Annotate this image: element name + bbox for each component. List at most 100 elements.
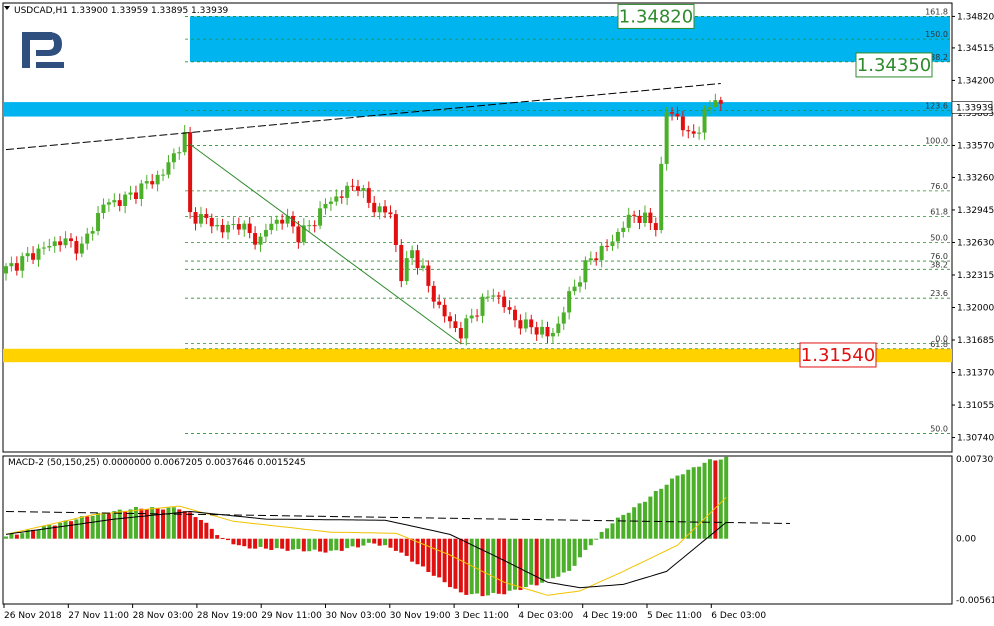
time-tick-label: 27 Nov 11:00 — [68, 611, 129, 621]
candle-body — [556, 323, 561, 333]
macd-histogram-bar — [659, 488, 664, 539]
macd-histogram-bar — [36, 529, 41, 539]
candle-body — [642, 212, 647, 223]
candle-body — [415, 250, 420, 269]
macd-histogram-bar — [529, 538, 534, 585]
candle-body — [707, 107, 712, 110]
candle-body — [426, 265, 431, 286]
price-tick-label: 1.32630 — [957, 238, 994, 248]
candle-body — [550, 332, 555, 337]
candle-body — [144, 181, 149, 184]
price-axis: 1.348201.345151.342001.338851.335701.332… — [951, 12, 994, 444]
chart-canvas[interactable]: 161.8150.0138.2123.6100.076.061.850.076.… — [0, 0, 994, 626]
candle-body — [171, 153, 176, 163]
candle-body — [464, 318, 469, 339]
candle-body — [220, 224, 225, 233]
macd-histogram-bar — [301, 538, 306, 552]
candle-body — [420, 265, 425, 269]
candle-body — [442, 304, 447, 317]
macd-histogram-bar — [577, 538, 582, 558]
candle-body — [458, 327, 463, 339]
resistance-zone-current — [3, 102, 952, 117]
candle-body — [323, 203, 328, 209]
fib-level-label: 61.8 — [930, 208, 948, 217]
macd-histogram-bar — [393, 538, 398, 551]
macd-histogram-bar — [632, 507, 637, 539]
macd-histogram-bar — [339, 538, 344, 551]
macd-histogram-bar — [702, 462, 707, 539]
macd-histogram-bar — [318, 538, 323, 552]
candle-body — [236, 223, 241, 230]
macd-histogram-bar — [599, 531, 604, 539]
macd-histogram-bar — [410, 538, 415, 562]
macd-histogram-bar — [117, 509, 122, 539]
macd-histogram-bar — [642, 501, 647, 539]
macd-histogram-bar — [534, 538, 539, 586]
candle-body — [718, 100, 723, 104]
candle-body — [209, 217, 214, 227]
macd-histogram-bar — [610, 523, 615, 539]
candle-body — [182, 132, 187, 153]
candle-body — [133, 192, 138, 199]
candle-body — [502, 296, 507, 308]
price-tick-label: 1.34200 — [957, 76, 994, 86]
candle-body — [269, 223, 274, 231]
candle-body — [123, 194, 128, 206]
candle-body — [588, 258, 593, 261]
candle-body — [540, 326, 545, 335]
macd-histogram-bar — [686, 469, 691, 539]
macd-histogram-bar — [572, 538, 577, 566]
macd-histogram-bar — [101, 512, 106, 539]
candle-body — [9, 263, 14, 267]
time-axis: 26 Nov 2018 27 Nov 11:00 28 Nov 03:00 28 No… — [3, 604, 766, 621]
candle-body — [74, 241, 79, 254]
candle-body — [106, 202, 111, 205]
macd-histogram-bar — [307, 538, 312, 552]
time-tick-label: 30 Nov 03:00 — [326, 611, 387, 621]
candle-body — [377, 206, 382, 213]
candle-body — [626, 214, 631, 228]
main-pane-frame — [2, 2, 953, 453]
macd-histogram-bar — [133, 506, 138, 539]
candle-body — [247, 223, 252, 234]
macd-histogram-bar — [404, 538, 409, 556]
candle-body — [648, 212, 653, 224]
candle-body — [345, 185, 350, 198]
candle-body — [188, 132, 193, 213]
candle-body — [393, 214, 398, 245]
candle-body — [58, 241, 63, 246]
macd-histogram-bar — [74, 519, 79, 539]
macd-histogram-bar — [637, 503, 642, 539]
macd-histogram-bar — [226, 538, 231, 541]
macd-histogram-bar — [561, 538, 566, 573]
candle-body — [112, 200, 117, 203]
macd-histogram-bar — [550, 538, 555, 579]
candle-body — [605, 245, 610, 247]
candle-body — [496, 295, 501, 297]
macd-histogram-bar — [285, 538, 290, 551]
macd-histogram-bar — [198, 519, 203, 539]
candle-body — [215, 224, 220, 227]
macd-histogram-bar — [355, 538, 360, 548]
macd-tick-label: 0.00 — [956, 535, 976, 545]
candle-body — [431, 285, 436, 302]
macd-histogram-bar — [4, 536, 8, 539]
time-tick-label: 30 Nov 19:00 — [390, 611, 451, 621]
macd-histogram-bar — [545, 538, 550, 579]
candle-body — [204, 214, 209, 218]
candle-body — [594, 258, 599, 261]
candle-body — [399, 244, 404, 282]
macd-histogram-bar — [426, 538, 431, 573]
macd-histogram-bar — [220, 537, 225, 539]
macd-histogram-bar — [383, 538, 388, 546]
candle-body — [328, 201, 333, 204]
macd-histogram-bar — [621, 514, 626, 539]
candle-body — [36, 248, 41, 260]
macd-histogram-bar — [334, 538, 339, 551]
macd-histogram-bar — [14, 534, 19, 539]
candle-body — [437, 301, 442, 305]
candle-body — [383, 206, 388, 213]
price-tick-label: 1.31685 — [957, 336, 994, 346]
macd-tick-label: -0.005618 — [956, 596, 994, 606]
candle-body — [14, 263, 19, 271]
